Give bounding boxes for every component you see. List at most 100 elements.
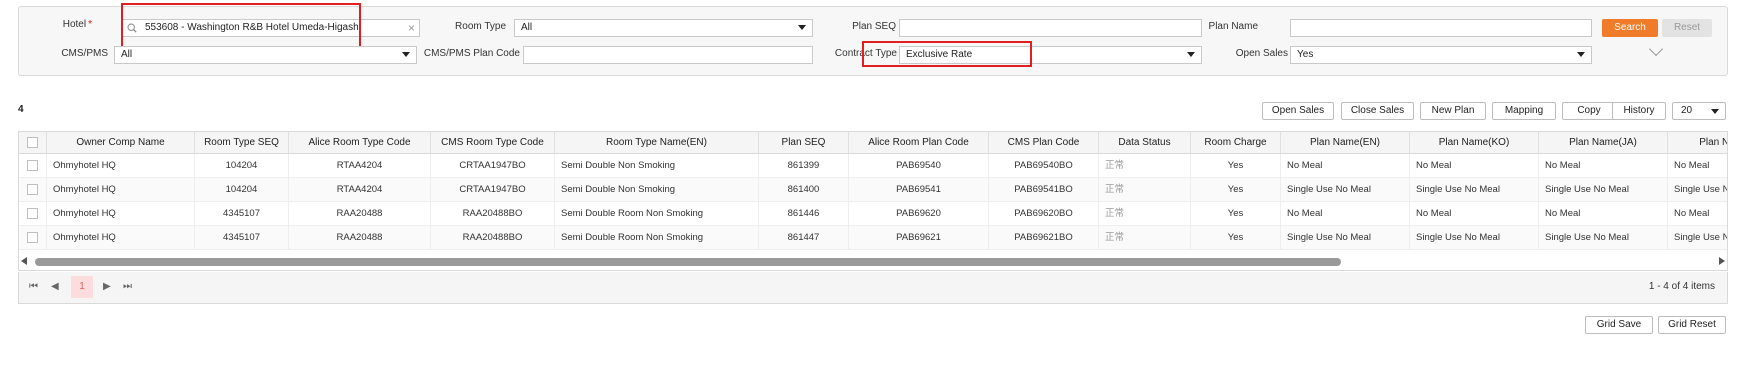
close-icon[interactable]: × [408,20,415,36]
header-plan-seq[interactable]: Plan SEQ [759,132,849,154]
plan-grid: Owner Comp Name Room Type SEQ Alice Room T… [18,131,1728,271]
cms-pms-plan-code-input[interactable] [523,46,813,64]
header-cms-plan-code[interactable]: CMS Plan Code [989,132,1099,154]
page-size-value: 20 [1681,105,1693,116]
open-sales-select[interactable]: Yes [1290,46,1592,64]
room-type-value: All [521,22,533,33]
cell-cms-room-type-code: CRTAA1947BO [431,178,555,202]
header-data-status[interactable]: Data Status [1099,132,1191,154]
last-page-icon[interactable]: ⏭ [123,281,132,292]
cell-room-type-seq: 104204 [195,154,289,178]
cell-plan-name-ko: No Meal [1410,202,1539,226]
cell-plan-seq: 861447 [759,226,849,250]
header-plan-name-ja[interactable]: Plan Name(JA) [1539,132,1668,154]
cell-cms-plan-code: PAB69620BO [989,202,1099,226]
caret-down-icon [798,25,806,30]
plan-seq-input[interactable] [899,19,1202,37]
cell-data-status: 正常 [1099,226,1191,250]
cms-pms-value: All [121,49,133,60]
select-all-checkbox[interactable] [27,137,38,148]
cell-owner-comp-name: Ohmyhotel HQ [47,154,195,178]
cell-alice-room-plan-code: PAB69540 [849,154,989,178]
header-room-type-name-en[interactable]: Room Type Name(EN) [555,132,759,154]
cell-plan-name-en: No Meal [1281,154,1410,178]
row-checkbox[interactable] [27,160,38,171]
header-plan-name-ko[interactable]: Plan Name(KO) [1410,132,1539,154]
open-sales-label: Open Sales [1235,48,1288,59]
row-checkbox[interactable] [27,184,38,195]
cell-room-type-name-en: Semi Double Room Non Smoking [555,202,759,226]
cell-room-charge: Yes [1191,226,1281,250]
cms-pms-label: CMS/PMS [61,48,108,59]
cell-plan-name-en: No Meal [1281,202,1410,226]
cell-alice-room-plan-code: PAB69621 [849,226,989,250]
header-alice-room-plan-code[interactable]: Alice Room Plan Code [849,132,989,154]
mapping-button[interactable]: Mapping [1492,102,1556,120]
row-checkbox[interactable] [27,208,38,219]
cell-owner-comp-name: Ohmyhotel HQ [47,202,195,226]
cell-plan-name-ko: Single Use No Meal [1410,178,1539,202]
cell-plan-name-ja: No Meal [1539,202,1668,226]
scroll-right-icon[interactable] [1719,257,1725,265]
header-owner-comp-name[interactable]: Owner Comp Name [47,132,195,154]
scroll-left-icon[interactable] [21,257,27,265]
header-plan-name-en[interactable]: Plan Name(EN) [1281,132,1410,154]
grid-reset-button[interactable]: Grid Reset [1658,316,1726,334]
plan-seq-label: Plan SEQ [852,21,896,32]
cell-room-type-seq: 4345107 [195,202,289,226]
cell-plan-name-vi: Single Use No Meal [1668,226,1727,250]
scrollbar-thumb[interactable] [35,258,1341,266]
header-room-type-seq[interactable]: Room Type SEQ [195,132,289,154]
row-checkbox-cell [19,178,47,202]
cell-plan-name-en: Single Use No Meal [1281,178,1410,202]
prev-page-icon[interactable]: ◀ [51,281,59,292]
cell-room-charge: Yes [1191,202,1281,226]
copy-button[interactable]: Copy [1562,102,1616,120]
cell-plan-name-ja: Single Use No Meal [1539,178,1668,202]
result-count: 4 [18,104,24,115]
search-button[interactable]: Search [1602,19,1658,37]
close-sales-button[interactable]: Close Sales [1341,102,1414,120]
header-plan-name-vi[interactable]: Plan Name(VI) [1668,132,1727,154]
history-button[interactable]: History [1612,102,1666,120]
cell-room-type-seq: 4345107 [195,226,289,250]
cell-cms-room-type-code: CRTAA1947BO [431,154,555,178]
cms-pms-plan-code-label: CMS/PMS Plan Code [423,48,520,59]
cell-alice-room-type-code: RTAA4204 [289,154,431,178]
cell-plan-name-vi: Single Use No Meal [1668,178,1727,202]
cell-owner-comp-name: Ohmyhotel HQ [47,226,195,250]
cell-room-type-seq: 104204 [195,178,289,202]
cell-room-type-name-en: Semi Double Non Smoking [555,178,759,202]
cell-plan-name-ko: No Meal [1410,154,1539,178]
reset-button[interactable]: Reset [1662,19,1712,37]
cell-data-status: 正常 [1099,178,1191,202]
cell-data-status: 正常 [1099,154,1191,178]
required-marker: * [88,19,92,30]
cell-cms-plan-code: PAB69621BO [989,226,1099,250]
cell-plan-name-en: Single Use No Meal [1281,226,1410,250]
row-checkbox[interactable] [27,232,38,243]
plan-name-input[interactable] [1290,19,1592,37]
current-page[interactable]: 1 [71,276,93,298]
new-plan-button[interactable]: New Plan [1420,102,1486,120]
grid-save-button[interactable]: Grid Save [1585,316,1653,334]
cell-plan-seq: 861446 [759,202,849,226]
room-type-select[interactable]: All [514,19,813,37]
cell-plan-name-ja: Single Use No Meal [1539,226,1668,250]
cell-cms-room-type-code: RAA20488BO [431,226,555,250]
open-sales-button[interactable]: Open Sales [1262,102,1334,120]
hotel-label-text: Hotel [62,19,87,30]
pager: ⏮ ◀ 1 ▶ ⏭ 1 - 4 of 4 items [18,272,1728,304]
cell-cms-plan-code: PAB69541BO [989,178,1099,202]
cell-room-charge: Yes [1191,154,1281,178]
page-size-select[interactable]: 20 [1672,102,1726,120]
cms-pms-select[interactable]: All [114,46,417,64]
first-page-icon[interactable]: ⏮ [29,281,38,292]
header-cms-room-type-code[interactable]: CMS Room Type Code [431,132,555,154]
next-page-icon[interactable]: ▶ [103,281,111,292]
plan-name-label: Plan Name [1208,21,1258,32]
header-room-charge[interactable]: Room Charge [1191,132,1281,154]
cell-plan-seq: 861399 [759,154,849,178]
pager-info: 1 - 4 of 4 items [1648,281,1715,292]
header-alice-room-type-code[interactable]: Alice Room Type Code [289,132,431,154]
